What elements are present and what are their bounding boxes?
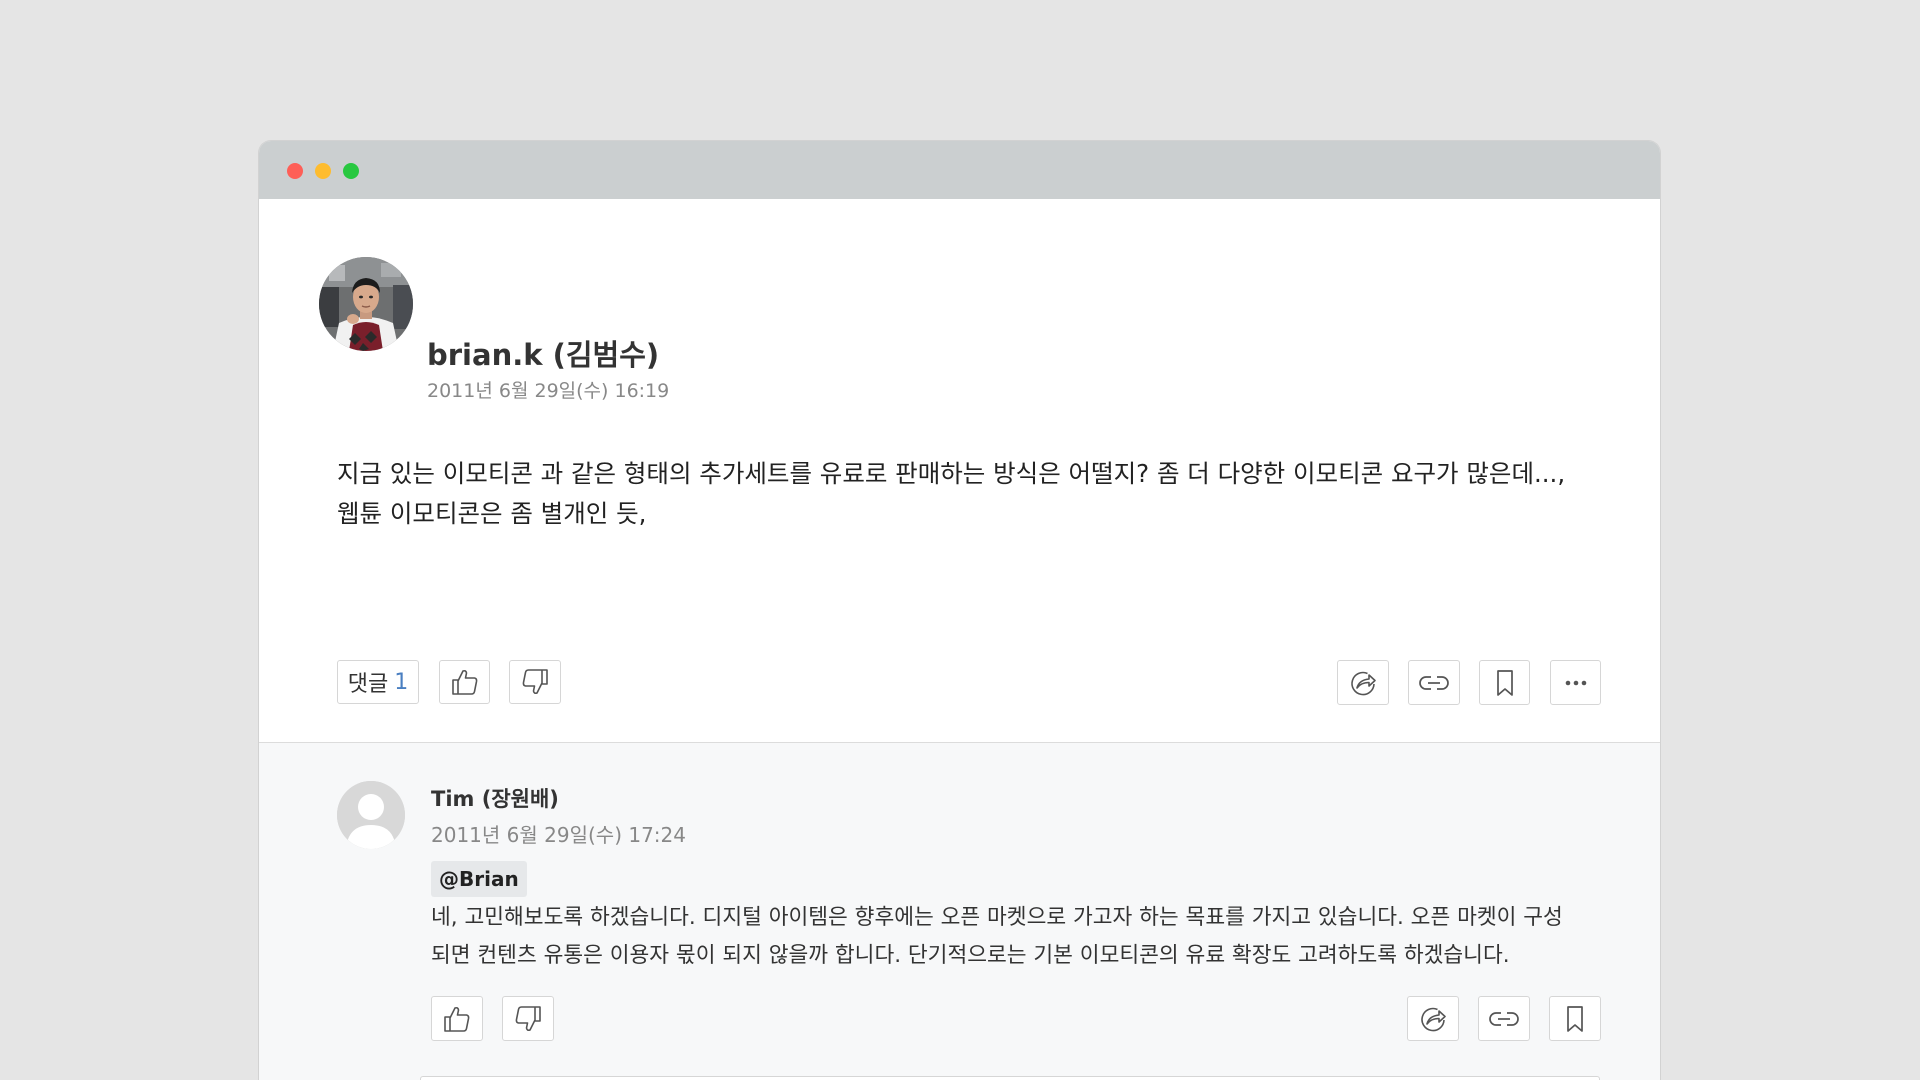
reply-copy-link-button[interactable]: [1478, 996, 1530, 1041]
reply-share-button[interactable]: [1407, 996, 1459, 1041]
comment-section: Tim (장원배) 2011년 6월 29일(수) 17:24 @Brian 네…: [259, 743, 1660, 1080]
more-icon: [1565, 680, 1586, 685]
mention-tag[interactable]: @Brian: [431, 861, 527, 897]
comment-count: 1: [394, 669, 409, 695]
main-post: brian.k (김범수) 2011년 6월 29일(수) 16:19 지금 있…: [259, 199, 1660, 743]
more-options-button[interactable]: [1550, 660, 1601, 705]
share-icon: [1421, 1007, 1446, 1031]
share-button[interactable]: [1337, 660, 1389, 705]
thumbs-up-icon: [444, 1006, 470, 1032]
comment-input[interactable]: [420, 1076, 1600, 1080]
bookmark-button[interactable]: [1479, 660, 1530, 705]
thumbs-up-icon: [451, 669, 477, 695]
minimize-window-button[interactable]: [315, 163, 331, 179]
author-photo: [319, 257, 413, 351]
thumbs-down-icon: [515, 1005, 541, 1031]
post-content-line: 지금 있는 이모티콘 과 같은 형태의 추가세트를 유료로 판매하는 방식은 어…: [337, 459, 1566, 488]
share-icon: [1351, 671, 1376, 695]
reply-author-name[interactable]: Tim (장원배): [431, 783, 559, 813]
like-button[interactable]: [439, 660, 490, 704]
reply-dislike-button[interactable]: [502, 996, 554, 1041]
bookmark-icon: [1567, 1005, 1583, 1032]
reply-content-line: 되면 컨텐츠 유통은 이용자 몫이 되지 않을까 합니다. 단기적으로는 기본 …: [431, 943, 1510, 968]
dislike-button[interactable]: [509, 660, 561, 704]
reply-content-line: 네, 고민해보도록 하겠습니다. 디지털 아이템은 향후에는 오픈 마켓으로 가…: [431, 905, 1563, 930]
window-titlebar: [259, 141, 1660, 199]
copy-link-button[interactable]: [1408, 660, 1460, 705]
post-content-line: 웹튠 이모티콘은 좀 별개인 듯,: [337, 499, 647, 528]
thumbs-down-icon: [522, 669, 548, 695]
maximize-window-button[interactable]: [343, 163, 359, 179]
post-content: 지금 있는 이모티콘 과 같은 형태의 추가세트를 유료로 판매하는 방식은 어…: [337, 454, 1587, 534]
default-user-icon: [337, 781, 405, 849]
reply-bookmark-button[interactable]: [1549, 996, 1601, 1041]
browser-window: brian.k (김범수) 2011년 6월 29일(수) 16:19 지금 있…: [259, 141, 1660, 1080]
comment-count-button[interactable]: 댓글 1: [337, 660, 419, 704]
link-icon: [1419, 675, 1449, 690]
reply-timestamp: 2011년 6월 29일(수) 17:24: [431, 823, 686, 847]
reply-content: 네, 고민해보도록 하겠습니다. 디지털 아이템은 향후에는 오픈 마켓으로 가…: [431, 899, 1601, 975]
close-window-button[interactable]: [287, 163, 303, 179]
author-avatar[interactable]: [319, 257, 413, 351]
link-icon: [1489, 1011, 1519, 1026]
post-author-name[interactable]: brian.k (김범수): [427, 332, 659, 374]
post-timestamp: 2011년 6월 29일(수) 16:19: [427, 380, 670, 402]
reply-author-avatar[interactable]: [337, 781, 405, 849]
bookmark-icon: [1496, 669, 1513, 696]
comment-label: 댓글: [347, 672, 389, 697]
reply-like-button[interactable]: [431, 996, 483, 1041]
